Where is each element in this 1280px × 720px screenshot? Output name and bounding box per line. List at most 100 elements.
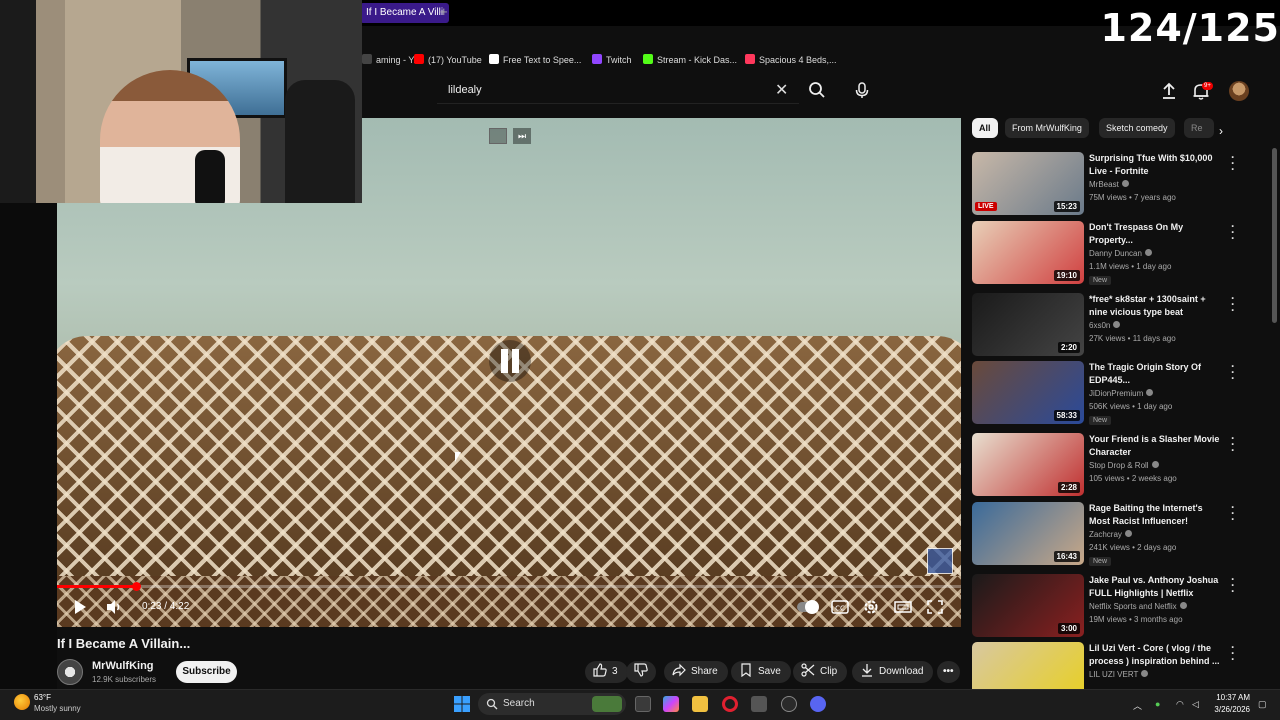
video-thumbnail[interactable]: LIVE 15:23	[972, 152, 1084, 215]
copilot-icon[interactable]	[663, 696, 679, 712]
recommendation-title[interactable]: Don't Trespass On My Property...	[1089, 221, 1224, 247]
search-input[interactable]: lildealy	[448, 84, 482, 96]
twitch-icon	[592, 54, 602, 64]
recommendation-item[interactable]: 19:10 Don't Trespass On My Property... Dan…	[972, 220, 1252, 287]
bookmark-item[interactable]: (17) YouTube	[414, 48, 482, 72]
recommendation-channel[interactable]: Zachcray	[1089, 530, 1132, 539]
recommendation-item[interactable]: 2:28 Your Friend is a Slasher Movie Chara…	[972, 432, 1252, 499]
clip-button[interactable]: Clip	[793, 661, 848, 683]
chevron-up-icon[interactable]: ︿	[1133, 699, 1142, 712]
channel-name[interactable]: MrWulfKing	[92, 660, 154, 672]
endscreen-thumbnail[interactable]	[927, 548, 953, 574]
subscribe-button[interactable]: Subscribe	[176, 661, 237, 683]
windows-start-icon[interactable]	[454, 696, 470, 712]
channel-avatar[interactable]	[57, 659, 83, 685]
recommendation-title[interactable]: Rage Baiting the Internet's Most Racist …	[1089, 502, 1224, 528]
video-thumbnail[interactable]: 3:00	[972, 574, 1084, 637]
video-thumbnail[interactable]: 2:20	[972, 293, 1084, 356]
recommendation-channel[interactable]: Netflix Sports and Netflix	[1089, 602, 1187, 611]
pause-overlay-icon[interactable]	[489, 340, 531, 382]
opera-icon[interactable]	[722, 696, 738, 712]
new-tab-button[interactable]: +	[440, 4, 448, 19]
recommendation-title[interactable]: The Tragic Origin Story Of EDP445...	[1089, 361, 1224, 387]
more-options-icon[interactable]: · · ·	[1231, 501, 1235, 525]
download-button[interactable]: Download	[852, 661, 934, 683]
recommendation-channel[interactable]: Stop Drop & Roll	[1089, 461, 1159, 470]
skip-next-icon[interactable]: ⏭	[513, 128, 531, 144]
bookmark-item[interactable]: aming - Y...	[362, 48, 421, 72]
recommendation-channel[interactable]: MrBeast	[1089, 180, 1129, 189]
recommendation-title[interactable]: *free* sk8star + 1300saint + nine viciou…	[1089, 293, 1224, 319]
more-options-icon[interactable]: · · ·	[1231, 292, 1235, 316]
file-explorer-icon[interactable]	[692, 696, 708, 712]
store-icon[interactable]	[751, 696, 767, 712]
bookmark-item[interactable]: Twitch	[592, 48, 632, 72]
video-thumbnail[interactable]: 2:28	[972, 433, 1084, 496]
wifi-icon[interactable]: ◠	[1176, 699, 1184, 710]
recommendation-item[interactable]: Lil Uzi Vert - Core ( vlog / the process…	[972, 641, 1252, 705]
chip-sketch-comedy[interactable]: Sketch comedy	[1099, 118, 1175, 138]
progress-bar[interactable]	[57, 585, 961, 588]
taskbar-search[interactable]	[478, 693, 626, 715]
autoplay-toggle[interactable]	[797, 600, 819, 614]
recommendation-item[interactable]: 2:20 *free* sk8star + 1300saint + nine vi…	[972, 292, 1252, 359]
more-options-icon[interactable]: · · ·	[1231, 641, 1235, 665]
save-button[interactable]: Save	[731, 661, 791, 683]
recommendation-item[interactable]: 16:43 Rage Baiting the Internet's Most Ra…	[972, 501, 1252, 568]
theater-mode-icon[interactable]	[893, 598, 913, 616]
video-thumbnail[interactable]: 58:33	[972, 361, 1084, 424]
active-tab[interactable]: If I Became A Villi	[360, 3, 450, 23]
more-options-icon[interactable]: · · ·	[1231, 432, 1235, 456]
recommendation-title[interactable]: Jake Paul vs. Anthony Joshua FULL Highli…	[1089, 574, 1224, 600]
clock-time[interactable]: 10:37 AM	[1210, 693, 1250, 702]
more-actions-button[interactable]: •••	[937, 661, 960, 683]
recommendation-channel[interactable]: LIL UZI VERT	[1089, 670, 1149, 679]
recommendation-title[interactable]: Surprising Tfue With $10,000 Live - Fort…	[1089, 152, 1224, 178]
search-icon[interactable]	[807, 80, 827, 100]
upload-icon[interactable]	[1158, 80, 1180, 102]
volume-icon[interactable]	[105, 598, 123, 616]
recommendation-title[interactable]: Your Friend is a Slasher Movie Character	[1089, 433, 1224, 459]
miniplayer-icon[interactable]	[489, 128, 507, 144]
video-thumbnail[interactable]: 16:43	[972, 502, 1084, 565]
chip-all[interactable]: All	[972, 118, 998, 138]
recommendation-item[interactable]: 58:33 The Tragic Origin Story Of EDP445..…	[972, 360, 1252, 427]
chip-partial[interactable]: Re	[1184, 118, 1214, 138]
more-options-icon[interactable]: · · ·	[1231, 573, 1235, 597]
verified-icon	[1141, 670, 1149, 677]
sidebar-scrollbar[interactable]	[1272, 148, 1277, 323]
bookmark-item[interactable]: Free Text to Spee...	[489, 48, 581, 72]
microphone-tray-icon[interactable]: ●	[1155, 699, 1160, 709]
microphone-icon[interactable]	[852, 80, 872, 100]
chevron-right-icon[interactable]: ›	[1219, 124, 1223, 138]
like-button[interactable]: 3	[585, 661, 628, 683]
recommendation-channel[interactable]: JiDionPremium	[1089, 389, 1154, 398]
recommendation-title[interactable]: Lil Uzi Vert - Core ( vlog / the process…	[1089, 642, 1224, 668]
chip-from-channel[interactable]: From MrWulfKing	[1005, 118, 1089, 138]
discord-icon[interactable]	[810, 696, 826, 712]
recommendation-channel[interactable]: 6xs0n	[1089, 321, 1121, 330]
app-icon[interactable]	[781, 696, 797, 712]
settings-gear-icon[interactable]	[861, 598, 881, 616]
more-options-icon[interactable]: · · ·	[1231, 360, 1235, 384]
clear-search-icon[interactable]: ✕	[775, 80, 788, 100]
recommendation-item[interactable]: 3:00 Jake Paul vs. Anthony Joshua FULL Hi…	[972, 573, 1252, 640]
share-button[interactable]: Share	[664, 661, 728, 683]
video-thumbnail[interactable]: 19:10	[972, 221, 1084, 284]
play-icon[interactable]	[71, 598, 89, 616]
weather-sun-icon[interactable]	[14, 694, 30, 710]
notification-center-icon[interactable]: ▢	[1258, 699, 1267, 710]
fullscreen-icon[interactable]	[925, 598, 945, 616]
recommendation-channel[interactable]: Danny Duncan	[1089, 249, 1152, 258]
account-avatar[interactable]	[1229, 81, 1249, 101]
recommendation-item[interactable]: LIVE 15:23 Surprising Tfue With $10,000 Li…	[972, 151, 1252, 218]
bookmark-item[interactable]: Stream - Kick Das...	[643, 48, 737, 72]
captions-icon[interactable]: CC	[830, 598, 850, 616]
clock-date[interactable]: 3/26/2026	[1198, 705, 1250, 714]
dislike-button[interactable]	[626, 661, 656, 683]
more-options-icon[interactable]: · · ·	[1231, 220, 1235, 244]
more-options-icon[interactable]: · · ·	[1231, 151, 1235, 175]
task-view-icon[interactable]	[635, 696, 651, 712]
bookmark-item[interactable]: Spacious 4 Beds,...	[745, 48, 837, 72]
search-bar[interactable]: lildealy ✕	[437, 78, 799, 104]
